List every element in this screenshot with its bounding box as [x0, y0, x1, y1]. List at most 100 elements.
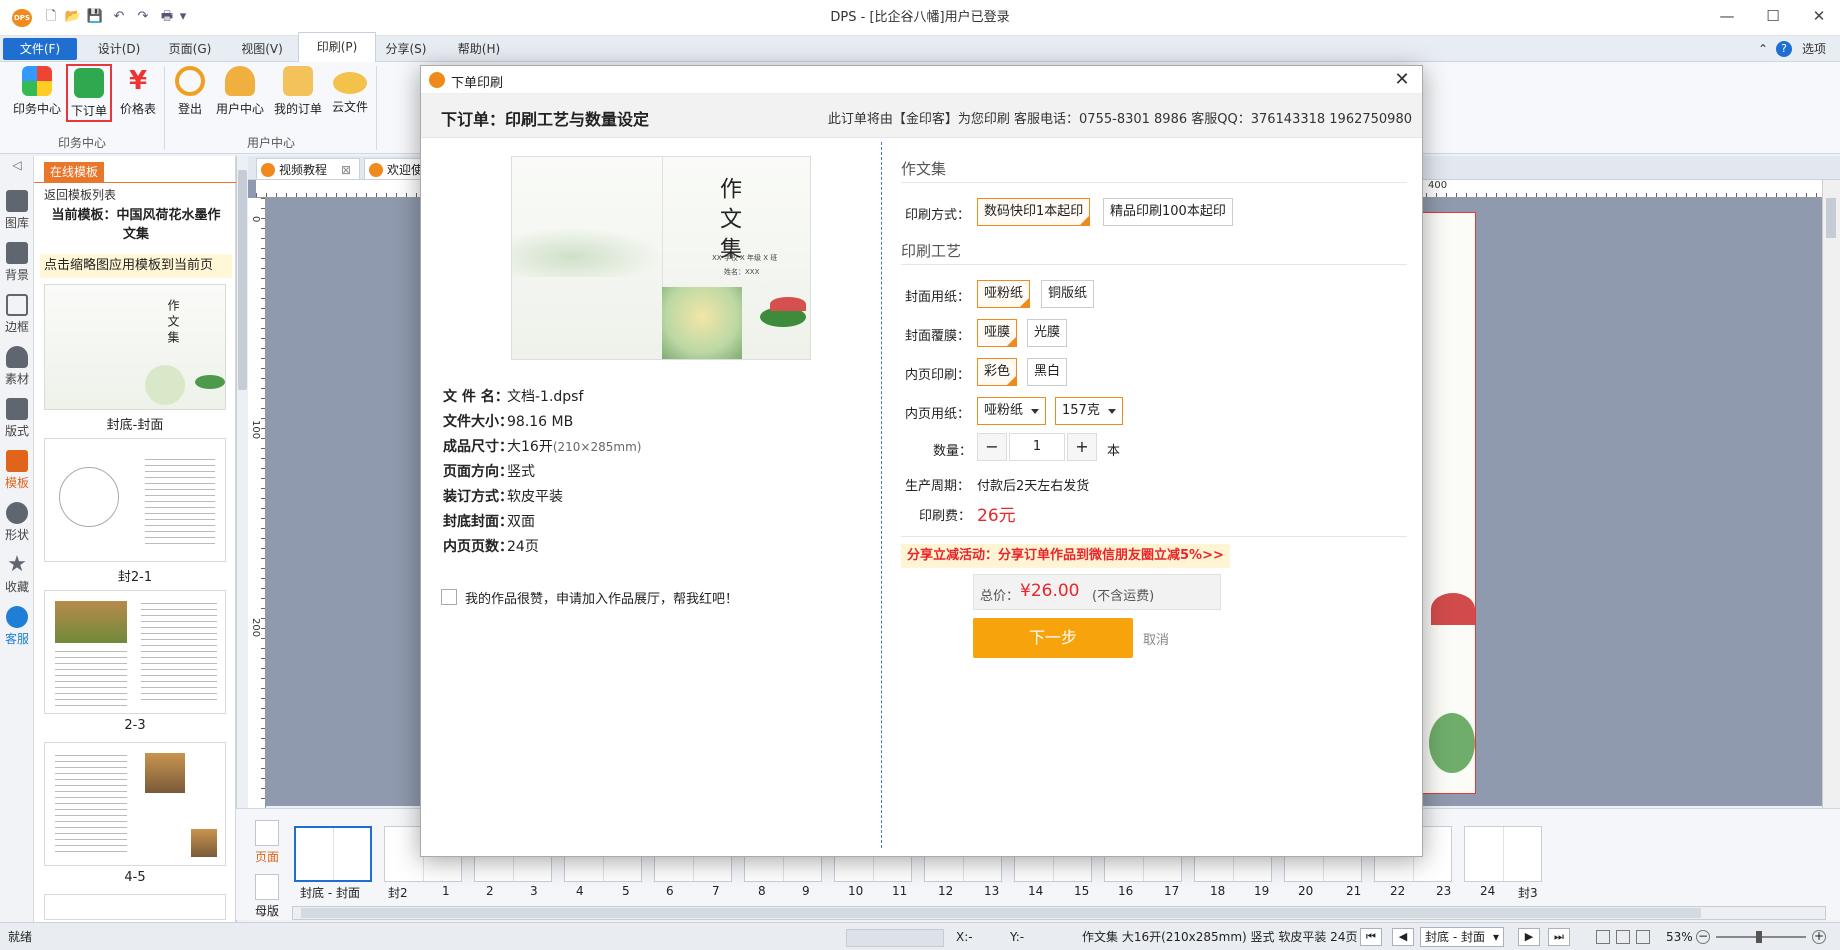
print-method-digital[interactable]: 数码快印1本起印: [977, 198, 1091, 226]
page-thumbnail-label: 16: [1118, 884, 1134, 898]
inner-print-color[interactable]: 彩色: [977, 358, 1018, 386]
print-method-premium[interactable]: 精品印刷100本起印: [1103, 198, 1233, 226]
inner-print-bw[interactable]: 黑白: [1027, 358, 1068, 386]
my-orders-button[interactable]: 我的订单: [272, 66, 324, 122]
thumb-text-lines: [55, 755, 127, 855]
cover-film-matte[interactable]: 哑膜: [977, 319, 1018, 347]
ribbon-collapse-icon[interactable]: ⌃: [1756, 38, 1770, 60]
sidebar-collapse-icon[interactable]: ◁: [0, 158, 34, 172]
view-mode-icon[interactable]: [1616, 930, 1630, 944]
inner-weight-select[interactable]: 157克: [1055, 397, 1123, 425]
exhibit-checkbox[interactable]: [441, 589, 457, 605]
next-step-button[interactable]: 下一步: [973, 618, 1133, 658]
back-to-template-list-link[interactable]: 返回模板列表: [44, 186, 242, 203]
place-order-button[interactable]: 下订单: [66, 64, 112, 122]
menu-file[interactable]: 文件(F): [3, 38, 77, 60]
dialog-close-button[interactable]: ✕: [1392, 70, 1412, 90]
user-center-label: 用户中心: [215, 102, 264, 116]
cover-paper-coated[interactable]: 铜版纸: [1041, 280, 1095, 308]
tab-welcome[interactable]: 欢迎使用: [364, 158, 424, 180]
zoom-slider[interactable]: [1716, 931, 1806, 943]
tab-online-templates[interactable]: 在线模板: [44, 162, 104, 182]
page-strip-scrollbar[interactable]: [292, 906, 1826, 920]
zoom-out-icon[interactable]: −: [1696, 930, 1710, 944]
page-thumbnail[interactable]: [294, 826, 372, 882]
sidebar-item-background[interactable]: 背景: [0, 238, 34, 288]
save-icon[interactable]: 💾: [86, 8, 104, 26]
cancel-button[interactable]: 取消: [1143, 629, 1169, 648]
select-value: 157克: [1062, 403, 1100, 418]
pages-view-button[interactable]: 页面: [250, 820, 284, 865]
quantity-decrease-button[interactable]: −: [977, 433, 1007, 461]
template-thumb[interactable]: 作文集: [44, 284, 226, 410]
page-select[interactable]: 封底 - 封面 ▾: [1420, 927, 1504, 947]
minimize-button[interactable]: —: [1704, 0, 1750, 32]
page-thumbnail[interactable]: [1464, 826, 1542, 882]
sidebar-item-template[interactable]: 模板: [0, 446, 34, 496]
print-center-button[interactable]: 印务中心: [12, 66, 62, 122]
thumb-photo: [191, 829, 217, 857]
scroll-thumb[interactable]: [301, 908, 1701, 918]
chevron-down-icon: [1107, 409, 1116, 414]
cloud-icon: [333, 72, 367, 94]
maximize-button[interactable]: ☐: [1750, 0, 1796, 32]
quantity-input[interactable]: 1: [1009, 433, 1065, 461]
close-tab-icon[interactable]: ⊠: [341, 159, 351, 181]
open-file-icon[interactable]: 📂: [64, 8, 82, 26]
sidebar-item-shape[interactable]: 形状: [0, 498, 34, 548]
undo-icon[interactable]: ↶: [110, 8, 128, 26]
view-mode-icon[interactable]: [1636, 930, 1650, 944]
menu-design[interactable]: 设计(D): [88, 38, 150, 60]
info-file-size: 文件大小：98.16 MB: [443, 411, 573, 431]
cover-paper-matte[interactable]: 哑粉纸: [977, 280, 1031, 308]
next-page-button[interactable]: ▶: [1518, 928, 1540, 946]
dialog-title: 下单印刷: [451, 76, 504, 91]
info-label: 页面方向：: [443, 464, 513, 480]
scroll-thumb[interactable]: [238, 170, 247, 390]
canvas-vertical-scrollbar[interactable]: [1822, 180, 1840, 808]
sidebar-item-favorites[interactable]: ★ 收藏: [0, 550, 34, 600]
redo-icon[interactable]: ↷: [134, 8, 152, 26]
template-thumb[interactable]: [44, 438, 226, 562]
first-page-button[interactable]: ⏮: [1360, 928, 1382, 946]
view-mode-icon[interactable]: [1596, 930, 1610, 944]
page-leaf-art: [1429, 713, 1475, 773]
master-view-button[interactable]: 母版: [250, 874, 284, 919]
quantity-increase-button[interactable]: +: [1067, 433, 1097, 461]
print-icon[interactable]: 🖶: [158, 8, 176, 26]
menu-view[interactable]: 视图(V): [232, 38, 292, 60]
sidebar-item-support[interactable]: 客服: [0, 602, 34, 652]
cover-film-gloss[interactable]: 光膜: [1027, 319, 1068, 347]
scroll-thumb[interactable]: [1826, 198, 1836, 238]
user-center-button[interactable]: 用户中心: [214, 66, 266, 122]
menu-share[interactable]: 分享(S): [376, 38, 436, 60]
tab-video-tutorial[interactable]: 视频教程 ⊠: [256, 158, 360, 180]
sidebar-item-gallery[interactable]: 图库: [0, 186, 34, 236]
prev-page-button[interactable]: ◀: [1392, 928, 1414, 946]
sidebar-label: 版式: [4, 424, 29, 438]
template-thumb[interactable]: [44, 590, 226, 714]
help-icon[interactable]: ?: [1776, 41, 1792, 57]
cloud-files-button[interactable]: 云文件: [328, 66, 372, 122]
menu-help[interactable]: 帮助(H): [448, 38, 510, 60]
last-page-button[interactable]: ⏭: [1548, 928, 1570, 946]
template-thumb[interactable]: [44, 894, 226, 920]
template-thumb[interactable]: [44, 742, 226, 866]
ruler-mark: 200: [250, 618, 261, 638]
price-list-button[interactable]: ¥ 价格表: [116, 66, 160, 122]
sidebar-item-material[interactable]: 素材: [0, 342, 34, 392]
logout-button[interactable]: 登出: [170, 66, 210, 122]
document-page[interactable]: [1420, 212, 1476, 794]
sidebar-item-border[interactable]: 边框: [0, 290, 34, 340]
zoom-slider-handle[interactable]: [1756, 931, 1762, 943]
sidebar-item-layout[interactable]: 版式: [0, 394, 34, 444]
share-promo-link[interactable]: 分享立减活动：分享订单作品到微信朋友圈立减5%>>: [901, 544, 1230, 568]
close-window-button[interactable]: ✕: [1796, 0, 1840, 32]
inner-paper-select[interactable]: 哑粉纸: [977, 397, 1047, 425]
zoom-in-icon[interactable]: +: [1812, 930, 1826, 944]
options-menu[interactable]: 选项: [1796, 38, 1832, 60]
new-file-icon[interactable]: 🗋: [42, 8, 60, 26]
quick-access-more-icon[interactable]: ▾: [178, 8, 188, 26]
menu-page[interactable]: 页面(G): [160, 38, 220, 60]
menu-print[interactable]: 印刷(P): [298, 32, 376, 62]
